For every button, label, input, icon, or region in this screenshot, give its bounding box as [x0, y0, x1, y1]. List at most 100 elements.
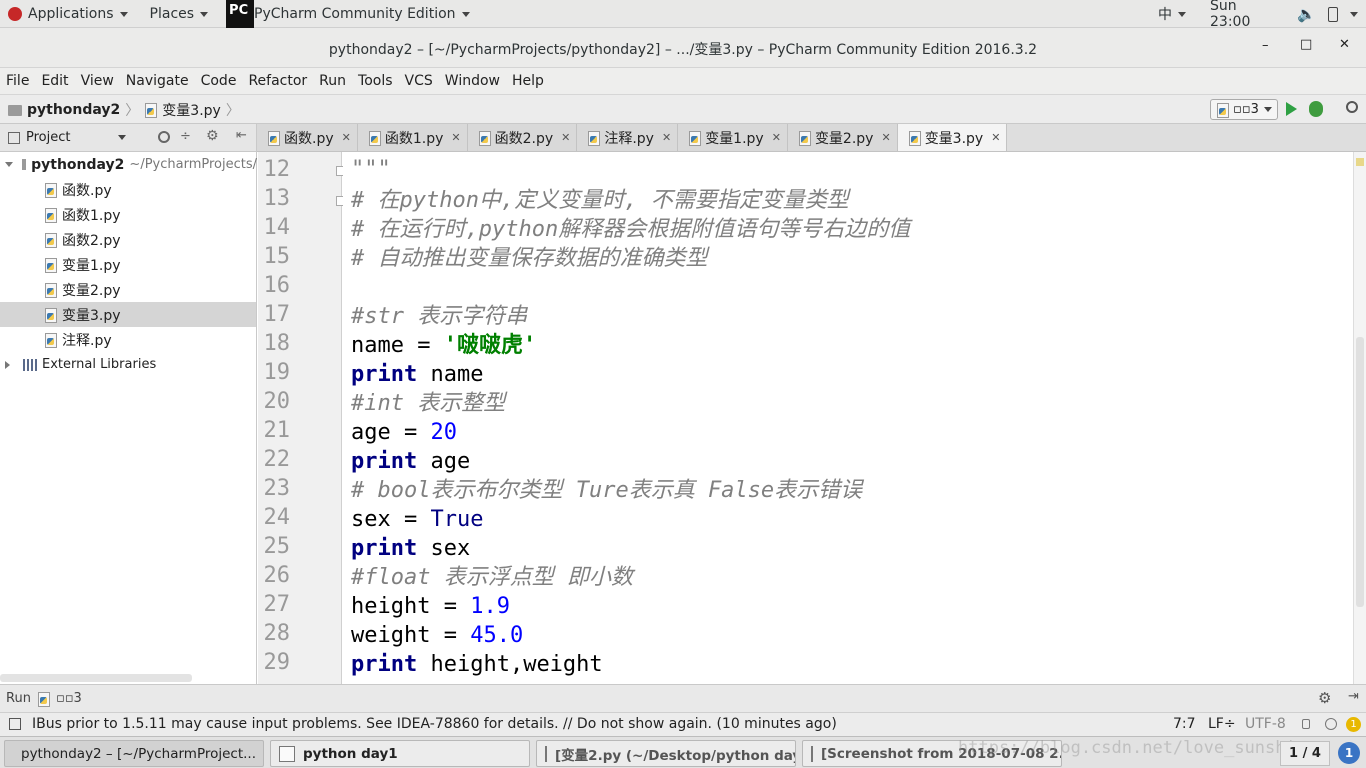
tab-bianliang2[interactable]: 变量2.py ✕: [787, 124, 898, 151]
line-number: 18: [263, 331, 291, 356]
fedora-logo-icon: [8, 7, 22, 21]
menu-edit[interactable]: Edit: [35, 68, 74, 94]
project-view-select[interactable]: Project: [26, 130, 70, 145]
run-config-name[interactable]: ▫▫3: [56, 691, 82, 706]
terminal-icon: [279, 745, 295, 762]
app-menu[interactable]: PC PyCharm Community Edition: [222, 0, 477, 28]
file-encoding[interactable]: UTF-8: [1245, 716, 1286, 732]
notifications-badge[interactable]: 1: [1346, 717, 1361, 732]
tab-hanshu1[interactable]: 函数1.py ✕: [357, 124, 468, 151]
tree-file[interactable]: 注释.py: [44, 327, 112, 352]
close-tab-icon[interactable]: ✕: [561, 131, 570, 144]
scroll-thumb[interactable]: [1356, 337, 1364, 607]
tree-root-path: ~/PycharmProjects/: [129, 157, 257, 172]
menu-code[interactable]: Code: [195, 68, 243, 94]
tab-label: 变量2.py: [814, 130, 874, 147]
input-method-menu[interactable]: 中: [1150, 0, 1194, 28]
code-line: """: [351, 157, 391, 182]
close-tab-icon[interactable]: ✕: [772, 131, 781, 144]
tree-file[interactable]: 变量1.py: [44, 252, 121, 277]
chevron-down-icon[interactable]: [118, 135, 127, 140]
tab-label: 变量1.py: [705, 130, 764, 147]
run-config-select[interactable]: ▫▫3: [1210, 99, 1278, 120]
maximize-button[interactable]: □: [1300, 37, 1312, 52]
gear-icon[interactable]: ⚙: [1318, 689, 1331, 707]
code-token: name =: [351, 333, 444, 358]
menu-help[interactable]: Help: [506, 68, 550, 94]
taskbar-item-python-day1[interactable]: python day1: [270, 740, 530, 767]
tab-hanshu[interactable]: 函数.py ✕: [257, 124, 358, 151]
clock[interactable]: Sun 23:00: [1202, 0, 1283, 30]
system-menu[interactable]: 🔈: [1289, 0, 1366, 28]
code-token: sex =: [351, 507, 431, 532]
status-message[interactable]: IBus prior to 1.5.11 may cause input pro…: [32, 716, 837, 732]
run-config-label: ▫▫3: [1233, 102, 1259, 117]
editor-scrollbar[interactable]: [1353, 152, 1366, 684]
chevron-right-icon[interactable]: [5, 360, 10, 369]
menu-view[interactable]: View: [75, 68, 120, 94]
menu-file[interactable]: File: [0, 68, 35, 94]
menu-window[interactable]: Window: [439, 68, 506, 94]
chevron-down-icon: [119, 11, 128, 17]
window-list-taskbar: pythonday2 – [~/PycharmProject... python…: [0, 736, 1366, 768]
tree-scrollbar[interactable]: [0, 674, 192, 682]
places-menu[interactable]: Places: [142, 0, 217, 28]
tree-file-selected[interactable]: 变量3.py: [0, 302, 256, 327]
caret-position[interactable]: 7:7: [1173, 716, 1196, 732]
tab-hanshu2[interactable]: 函数2.py ✕: [467, 124, 578, 151]
close-tab-icon[interactable]: ✕: [662, 131, 671, 144]
debug-bug-icon[interactable]: [1309, 101, 1323, 117]
taskbar-item-label: [变量2.py (~/Desktop/python day...: [555, 747, 796, 764]
minimize-panel-icon[interactable]: ⇥: [1348, 689, 1359, 704]
tree-file[interactable]: 变量2.py: [44, 277, 121, 302]
collapse-all-icon[interactable]: ÷: [180, 129, 191, 144]
tab-bianliang3[interactable]: 变量3.py ✕: [897, 124, 1008, 151]
locate-file-icon[interactable]: [158, 131, 170, 143]
menu-run[interactable]: Run: [313, 68, 352, 94]
workspace-switcher[interactable]: 1 / 4: [1280, 741, 1330, 766]
menu-refactor[interactable]: Refactor: [242, 68, 313, 94]
python-file-icon: [908, 130, 921, 146]
taskbar-item-gedit[interactable]: [变量2.py (~/Desktop/python day...: [536, 740, 796, 767]
code-editor[interactable]: """ # 在python中,定义变量时, 不需要指定变量类型 # 在运行时,p…: [343, 152, 1353, 684]
run-tab-label[interactable]: Run: [6, 691, 31, 706]
code-token: age: [417, 449, 471, 474]
menu-tools[interactable]: Tools: [352, 68, 399, 94]
python-file-icon: [44, 282, 57, 298]
menu-navigate[interactable]: Navigate: [120, 68, 195, 94]
text-editor-icon: [545, 745, 547, 762]
message-tray-icon[interactable]: 1: [1338, 742, 1360, 764]
external-libraries-label: External Libraries: [42, 357, 157, 372]
line-number: 23: [263, 476, 291, 501]
close-button[interactable]: ✕: [1339, 37, 1350, 52]
tab-label: 函数1.py: [384, 130, 444, 147]
tree-file[interactable]: 函数.py: [44, 177, 112, 202]
taskbar-item-label: pythonday2 – [~/PycharmProject...: [21, 745, 257, 762]
search-icon[interactable]: [1346, 101, 1358, 113]
applications-menu[interactable]: Applications: [0, 0, 136, 28]
menu-vcs[interactable]: VCS: [399, 68, 439, 94]
close-tab-icon[interactable]: ✕: [342, 131, 351, 144]
chevron-down-icon[interactable]: [5, 162, 13, 167]
tab-zhushi[interactable]: 注释.py ✕: [577, 124, 679, 151]
breadcrumb-project[interactable]: pythonday2: [27, 102, 120, 118]
line-separator[interactable]: LF÷: [1208, 716, 1236, 732]
run-play-icon[interactable]: [1286, 102, 1297, 116]
close-tab-icon[interactable]: ✕: [881, 131, 890, 144]
minimize-button[interactable]: –: [1262, 38, 1269, 53]
tree-root[interactable]: pythonday2 ~/PycharmProjects/: [0, 152, 257, 177]
inspector-icon[interactable]: [1325, 718, 1337, 730]
event-log-icon[interactable]: [9, 718, 21, 730]
tab-bianliang1[interactable]: 变量1.py ✕: [678, 124, 788, 151]
hide-panel-icon[interactable]: ⇤: [236, 128, 247, 143]
lock-icon[interactable]: [1302, 719, 1310, 729]
tree-file-label: 变量2.py: [62, 282, 121, 299]
taskbar-item-pycharm[interactable]: pythonday2 – [~/PycharmProject...: [4, 740, 264, 767]
close-tab-icon[interactable]: ✕: [991, 131, 1000, 144]
tree-file[interactable]: 函数2.py: [44, 227, 121, 252]
tree-external-libraries[interactable]: External Libraries: [5, 352, 156, 377]
breadcrumb-file[interactable]: 变量3.py: [162, 100, 221, 120]
gear-icon[interactable]: ⚙: [206, 128, 219, 144]
tree-file[interactable]: 函数1.py: [44, 202, 121, 227]
close-tab-icon[interactable]: ✕: [451, 131, 460, 144]
